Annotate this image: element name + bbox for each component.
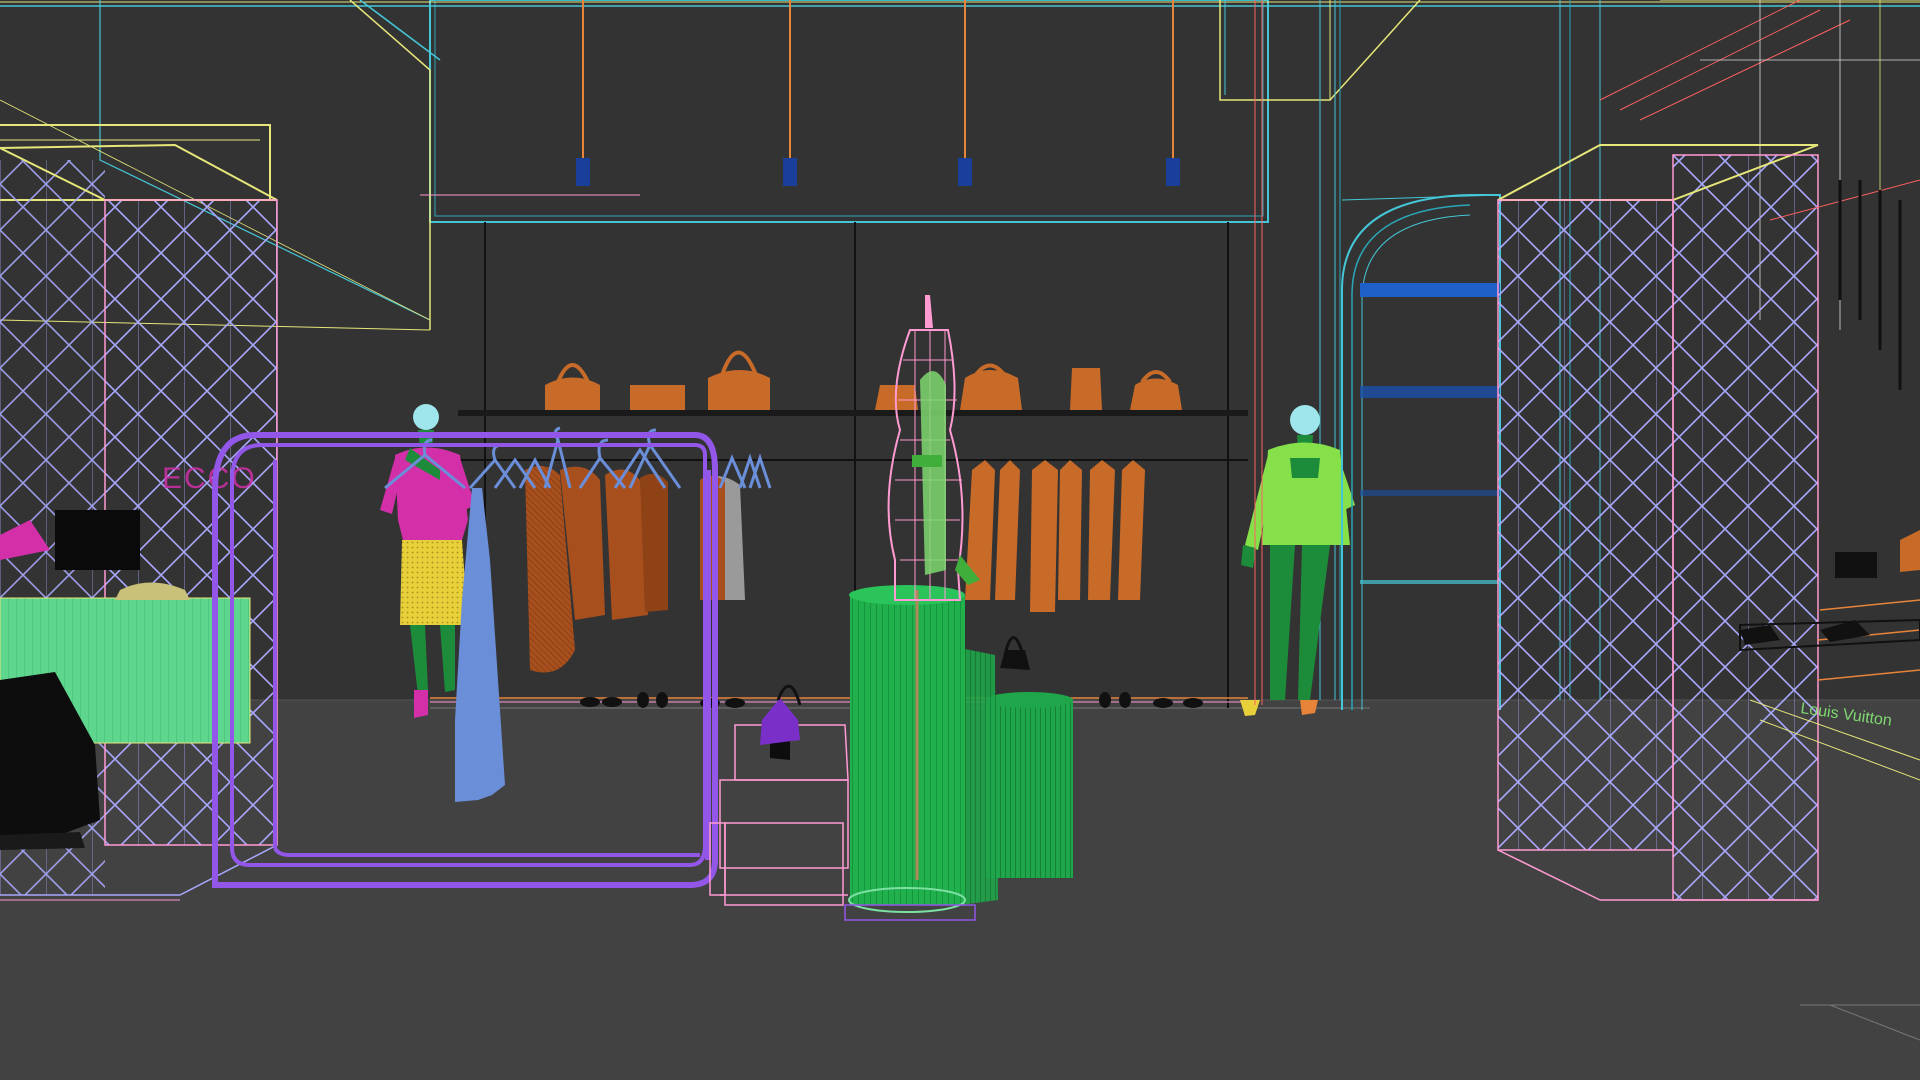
left-store-sign: ECCO xyxy=(162,462,257,495)
right-lattice-pillar xyxy=(1497,144,1819,901)
wireframe-scene[interactable]: ECCO Louis Vuitton xyxy=(0,0,1920,1080)
3d-viewport[interactable]: ECCO Louis Vuitton xyxy=(0,0,1920,1080)
